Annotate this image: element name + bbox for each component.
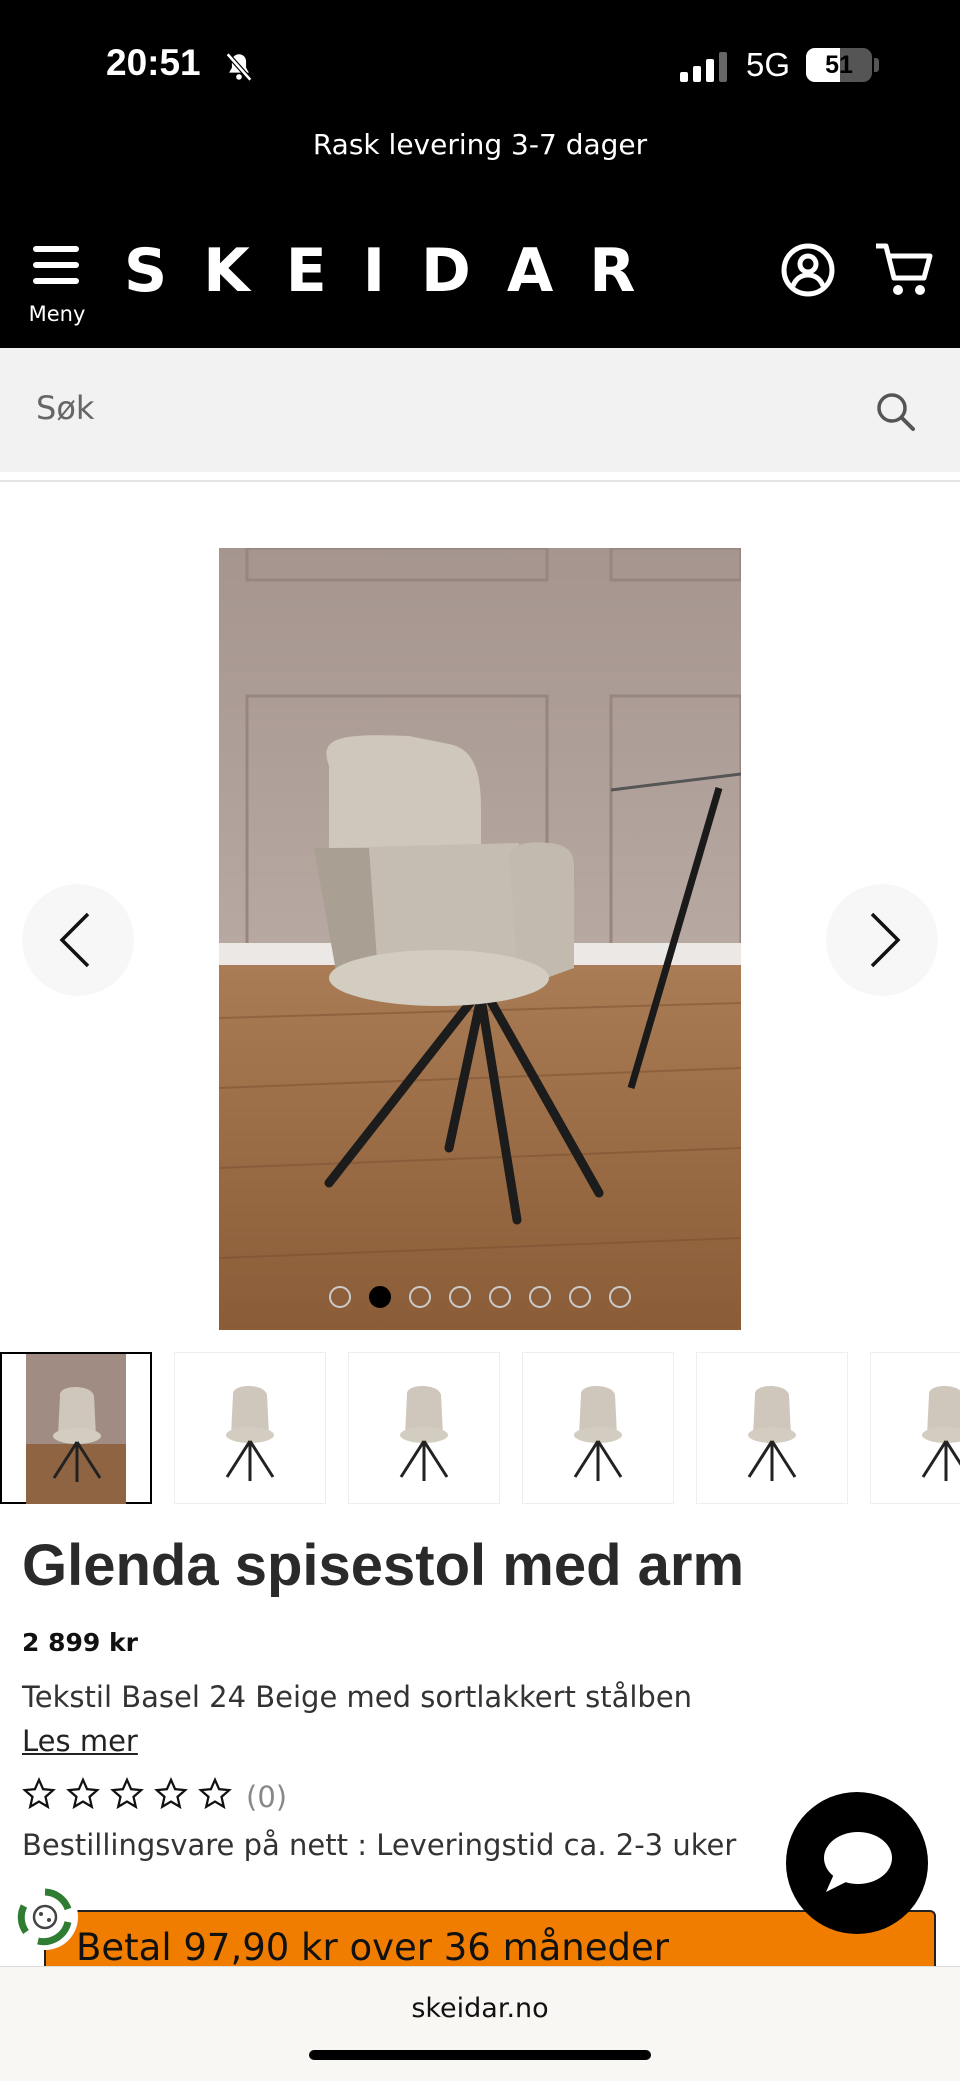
battery-tip (874, 58, 879, 72)
browser-address-bar[interactable]: skeidar.no (0, 1966, 960, 2081)
carousel-dot[interactable] (609, 1286, 631, 1308)
rating-count[interactable]: (0) (246, 1780, 287, 1814)
chat-bubble-icon (824, 1832, 892, 1892)
product-image[interactable] (219, 548, 741, 1330)
chevron-right-icon (870, 912, 901, 968)
product-title: Glenda spisestol med arm (22, 1533, 745, 1598)
product-thumbnail[interactable] (348, 1352, 500, 1504)
search-input[interactable] (36, 378, 856, 438)
carousel-dot[interactable] (529, 1286, 551, 1308)
home-indicator[interactable] (309, 2050, 651, 2060)
rating-stars[interactable] (22, 1776, 242, 1812)
battery-icon: 51 (806, 48, 872, 82)
status-time: 20:51 (106, 42, 201, 83)
carousel-dots (0, 1286, 960, 1310)
star-icon (198, 1777, 232, 1810)
chat-button[interactable] (786, 1792, 928, 1934)
delivery-info: Bestillingsvare på nett : Leveringstid c… (22, 1828, 737, 1862)
product-thumbnail[interactable] (174, 1352, 326, 1504)
carousel-dot[interactable] (329, 1286, 351, 1308)
product-price: 2 899 kr (22, 1628, 138, 1657)
network-type: 5G (746, 46, 791, 83)
eco-badge-icon[interactable] (12, 1884, 78, 1950)
carousel-dot[interactable] (409, 1286, 431, 1308)
menu-label: Meny (28, 302, 86, 326)
star-icon (66, 1777, 100, 1810)
carousel-dot[interactable] (489, 1286, 511, 1308)
product-description: Tekstil Basel 24 Beige med sortlakkert s… (22, 1680, 693, 1714)
search-bar (0, 348, 960, 472)
star-icon (22, 1777, 56, 1810)
user-account-icon[interactable] (780, 242, 836, 298)
cart-icon[interactable] (874, 240, 934, 298)
prev-image-button[interactable] (22, 884, 134, 996)
star-icon (110, 1777, 144, 1810)
battery-level: 51 (825, 51, 853, 79)
finance-label: Betal 97,90 kr over 36 måneder (76, 1926, 669, 1969)
brand-logo[interactable]: SKEIDAR (124, 236, 671, 306)
product-thumbnail[interactable] (0, 1352, 152, 1504)
bell-muted-icon (225, 52, 253, 82)
browser-url[interactable]: skeidar.no (0, 1993, 960, 2024)
carousel-dot[interactable] (369, 1286, 391, 1308)
read-more-link[interactable]: Les mer (22, 1724, 138, 1758)
search-icon[interactable] (874, 390, 916, 432)
signal-icon (680, 52, 727, 82)
next-image-button[interactable] (826, 884, 938, 996)
product-thumbnail[interactable] (870, 1352, 960, 1504)
star-icon (154, 1777, 188, 1810)
divider (0, 480, 960, 482)
top-header: 20:51 5G 51 Rask levering 3-7 dager Meny… (0, 0, 960, 348)
chevron-left-icon (59, 912, 90, 968)
carousel-dot[interactable] (449, 1286, 471, 1308)
thumbnail-strip (0, 1352, 960, 1506)
product-thumbnail[interactable] (696, 1352, 848, 1504)
product-thumbnail[interactable] (522, 1352, 674, 1504)
carousel-dot[interactable] (569, 1286, 591, 1308)
menu-button[interactable]: Meny (24, 240, 90, 330)
promo-banner[interactable]: Rask levering 3-7 dager (0, 128, 960, 161)
